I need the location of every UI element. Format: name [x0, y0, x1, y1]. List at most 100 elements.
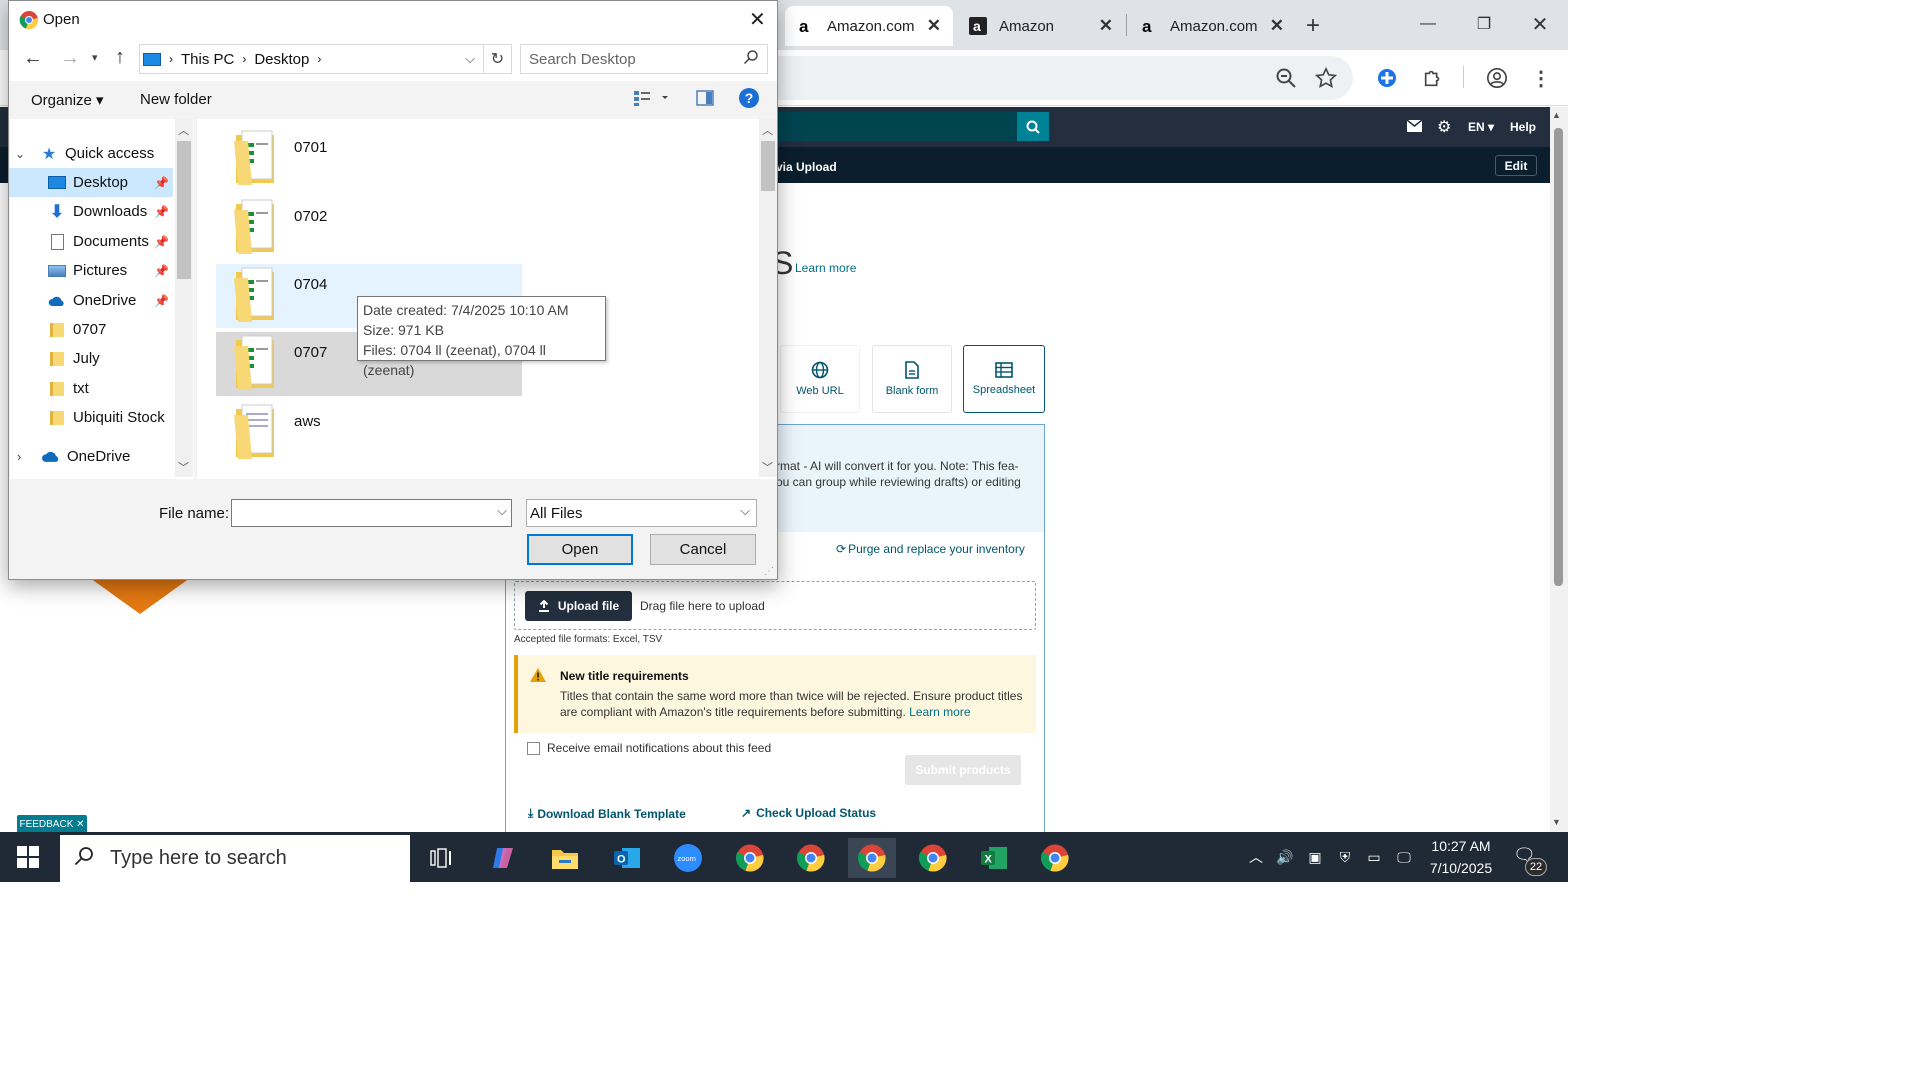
nav-downloads[interactable]: ⬇ Downloads 📌: [9, 197, 173, 226]
check-status-link[interactable]: ↗ Check Upload Status: [741, 806, 876, 820]
cancel-button[interactable]: Cancel: [650, 534, 756, 565]
chevron-down-icon[interactable]: ⌵: [497, 503, 507, 519]
taskbar-search-box[interactable]: Type here to search: [60, 835, 410, 882]
submit-products-button[interactable]: Submit products: [905, 755, 1021, 785]
option-blank-form[interactable]: Blank form: [872, 345, 952, 413]
windows-start-icon[interactable]: [17, 846, 39, 873]
new-folder-button[interactable]: New folder: [140, 91, 212, 108]
nav-scrollbar-thumb[interactable]: [177, 141, 191, 279]
view-options-icon[interactable]: [633, 89, 669, 112]
address-breadcrumb[interactable]: › This PC › Desktop › ⌵ ↻: [139, 44, 512, 74]
help-icon[interactable]: ?: [739, 88, 759, 108]
pin-icon[interactable]: 📌: [154, 264, 169, 278]
volume-icon[interactable]: 🔊: [1273, 832, 1297, 882]
amazon-search-input[interactable]: [760, 112, 1017, 141]
meet-now-icon[interactable]: ▣: [1303, 832, 1327, 882]
gear-icon[interactable]: ⚙: [1437, 117, 1451, 137]
clock-date[interactable]: 7/10/2025: [1420, 860, 1502, 876]
file-explorer-icon[interactable]: [541, 838, 589, 878]
nav-folder-0707[interactable]: 0707: [9, 315, 173, 344]
page-scrollbar-thumb[interactable]: [1554, 128, 1563, 586]
back-arrow-icon[interactable]: ←: [23, 47, 43, 70]
search-icon[interactable]: [1017, 112, 1049, 141]
extensions-puzzle-icon[interactable]: [1419, 64, 1447, 92]
zoom-icon[interactable]: [1272, 64, 1300, 92]
chrome-profile-active-icon[interactable]: [848, 838, 896, 878]
bookmark-star-icon[interactable]: [1312, 64, 1340, 92]
warning-learn-more-link[interactable]: Learn more: [909, 705, 970, 719]
nav-folder-txt[interactable]: txt: [9, 374, 173, 403]
nav-pictures[interactable]: Pictures 📌: [9, 256, 173, 285]
scroll-down-icon[interactable]: ▼: [1552, 817, 1561, 827]
profile-icon[interactable]: [1483, 64, 1511, 92]
chrome-profile-icon[interactable]: [787, 838, 835, 878]
help-link[interactable]: Help: [1510, 120, 1536, 134]
nav-onedrive-quick[interactable]: OneDrive 📌: [9, 286, 173, 315]
organize-button[interactable]: Organize ▾: [31, 91, 104, 109]
upload-file-button[interactable]: Upload file: [525, 591, 632, 621]
restore-button[interactable]: ❐: [1456, 0, 1512, 48]
pin-icon[interactable]: 📌: [154, 176, 169, 190]
security-icon[interactable]: ⛨: [1333, 832, 1357, 882]
battery-icon[interactable]: ▭: [1362, 832, 1386, 882]
option-web-url[interactable]: Web URL: [780, 345, 860, 413]
email-notify-checkbox[interactable]: [527, 742, 540, 755]
address-dropdown-icon[interactable]: ⌵: [465, 51, 475, 67]
feedback-button[interactable]: FEEDBACK ✕: [17, 815, 87, 833]
breadcrumb-this-pc[interactable]: This PC: [181, 51, 234, 68]
file-name-input[interactable]: ⌵: [231, 499, 512, 527]
open-button[interactable]: Open: [527, 534, 633, 565]
file-list-scrollbar-thumb[interactable]: [761, 141, 775, 191]
search-input[interactable]: Search Desktop: [520, 44, 768, 74]
download-template-link[interactable]: ⤓ Download Blank Template: [528, 806, 686, 821]
outlook-icon[interactable]: O: [603, 838, 651, 878]
nav-folder-july[interactable]: July: [9, 344, 173, 373]
nav-folder-ubiquiti-stock[interactable]: Ubiquiti Stock: [9, 403, 173, 432]
chrome-icon[interactable]: [909, 838, 957, 878]
scroll-up-icon[interactable]: ︿: [762, 122, 773, 138]
nav-documents[interactable]: Documents 📌: [9, 227, 173, 256]
preview-pane-icon[interactable]: [696, 89, 714, 112]
recent-locations-chevron-icon[interactable]: ▾: [92, 51, 98, 64]
file-item-0702[interactable]: 0702: [216, 196, 522, 260]
option-spreadsheet[interactable]: Spreadsheet: [963, 345, 1045, 413]
copilot-icon[interactable]: [479, 838, 527, 878]
expand-chevron-icon[interactable]: ⌄: [15, 147, 39, 161]
learn-more-link[interactable]: Learn more: [795, 261, 856, 275]
up-arrow-icon[interactable]: ↑: [115, 46, 125, 69]
chrome-profile-icon[interactable]: [1031, 838, 1079, 878]
nav-quick-access[interactable]: ⌄ ★ Quick access: [9, 139, 173, 168]
menu-kebab-icon[interactable]: ⋮: [1527, 64, 1555, 92]
scroll-up-icon[interactable]: ︿: [178, 122, 189, 138]
pin-icon[interactable]: 📌: [154, 205, 169, 219]
nav-desktop[interactable]: Desktop 📌: [9, 168, 173, 197]
new-tab-button[interactable]: +: [1306, 12, 1320, 40]
nav-onedrive[interactable]: › OneDrive: [9, 442, 173, 471]
close-icon[interactable]: ✕: [1099, 16, 1113, 36]
edit-button[interactable]: Edit: [1495, 155, 1537, 176]
excel-icon[interactable]: X: [970, 838, 1018, 878]
refresh-icon[interactable]: ↻: [483, 45, 511, 73]
tab-amazon-3[interactable]: a Amazon.com ✕: [1128, 6, 1296, 46]
file-item-0701[interactable]: 0701: [216, 127, 522, 191]
close-icon[interactable]: ✕: [927, 16, 941, 36]
chrome-profile-icon[interactable]: [726, 838, 774, 878]
clock-time[interactable]: 10:27 AM: [1420, 838, 1502, 854]
pin-icon[interactable]: 📌: [154, 294, 169, 308]
file-item-aws[interactable]: aws: [216, 401, 522, 461]
dialog-close-icon[interactable]: ✕: [749, 7, 766, 32]
language-selector[interactable]: EN ▾: [1468, 120, 1494, 134]
tab-amazon-1[interactable]: a Amazon.com ✕: [785, 6, 953, 46]
window-close-button[interactable]: ✕: [1512, 0, 1568, 48]
expand-chevron-icon[interactable]: ›: [17, 449, 41, 464]
tray-chevron-up-icon[interactable]: ︿: [1245, 832, 1267, 882]
pin-icon[interactable]: 📌: [154, 235, 169, 249]
zoom-app-icon[interactable]: zoom: [664, 838, 712, 878]
extension-icon[interactable]: [1373, 64, 1401, 92]
close-icon[interactable]: ✕: [1270, 16, 1284, 36]
forward-arrow-icon[interactable]: →: [60, 47, 80, 70]
task-view-icon[interactable]: [417, 838, 465, 878]
mail-icon[interactable]: [1406, 119, 1423, 137]
scroll-down-icon[interactable]: ﹀: [762, 459, 773, 475]
minimize-button[interactable]: —: [1400, 0, 1456, 48]
